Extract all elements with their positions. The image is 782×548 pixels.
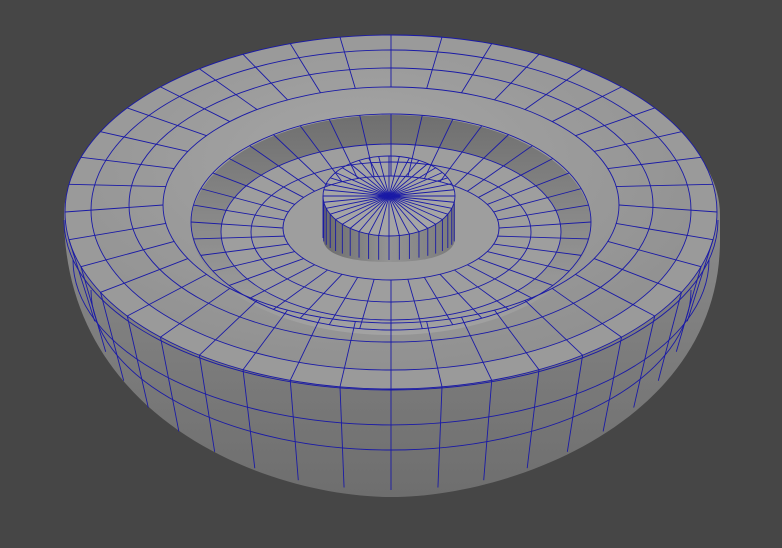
mesh-object[interactable] bbox=[0, 0, 782, 548]
3d-viewport[interactable] bbox=[0, 0, 782, 548]
